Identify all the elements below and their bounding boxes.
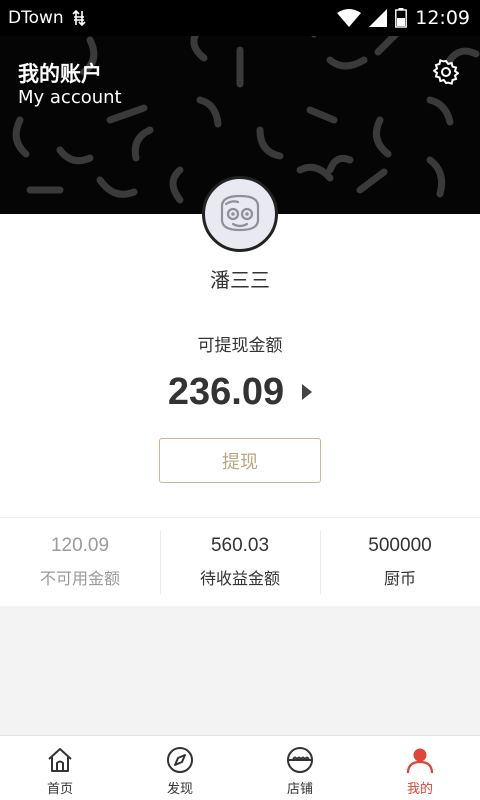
robot-face-avatar-icon [220,194,260,232]
username: 潘三三 [210,268,270,292]
shop-icon [287,747,313,773]
withdrawable-amount-label: 可提现金额 [197,336,283,356]
gear-icon [433,59,459,85]
clock: 12:09 [415,7,470,29]
nav-label: 我的 [406,782,433,797]
wifi-icon [337,9,362,27]
withdrawable-amount: 236.09 [167,370,285,413]
avatar[interactable] [202,176,278,252]
nav-label: 首页 [46,782,73,797]
withdraw-button[interactable]: 提现 [159,438,321,483]
nav-label: 发现 [166,782,193,797]
nav-mine[interactable]: 我的 [360,736,480,800]
stat-label: 不可用金额 [39,569,120,588]
status-bar: DTown 12:09 [0,0,480,36]
stat-pending-income[interactable]: 560.03 待收益金额 [160,518,320,606]
stat-chef-coins[interactable]: 500000 厨币 [320,518,480,606]
stat-label: 厨币 [383,569,416,588]
stat-value: 120.09 [50,535,110,556]
nav-discover[interactable]: 发现 [120,736,240,800]
balance-detail-link[interactable]: 236.09 [0,368,480,416]
data-transfer-icon [72,9,86,27]
person-icon [406,748,434,774]
stat-value: 560.03 [210,535,270,556]
bottom-nav: 首页 发现 店铺 我的 [0,735,480,800]
nav-shop[interactable]: 店铺 [240,736,360,800]
battery-icon [395,8,408,28]
stat-value: 500000 [368,535,432,556]
page-subtitle: My account [18,87,122,108]
stats-row: 120.09 不可用金额 560.03 待收益金额 500000 厨币 [0,517,480,606]
home-icon [48,748,72,772]
chevron-right-icon [302,384,313,400]
nav-label: 店铺 [286,782,313,797]
compass-icon [167,747,193,773]
page-title: 我的账户 [18,62,102,86]
stat-label: 待收益金额 [199,569,280,588]
nav-home[interactable]: 首页 [0,736,120,800]
carrier-name: DTown [8,8,64,28]
settings-button[interactable] [430,56,462,88]
stat-unavailable-amount[interactable]: 120.09 不可用金额 [0,518,160,606]
signal-icon [369,9,388,27]
